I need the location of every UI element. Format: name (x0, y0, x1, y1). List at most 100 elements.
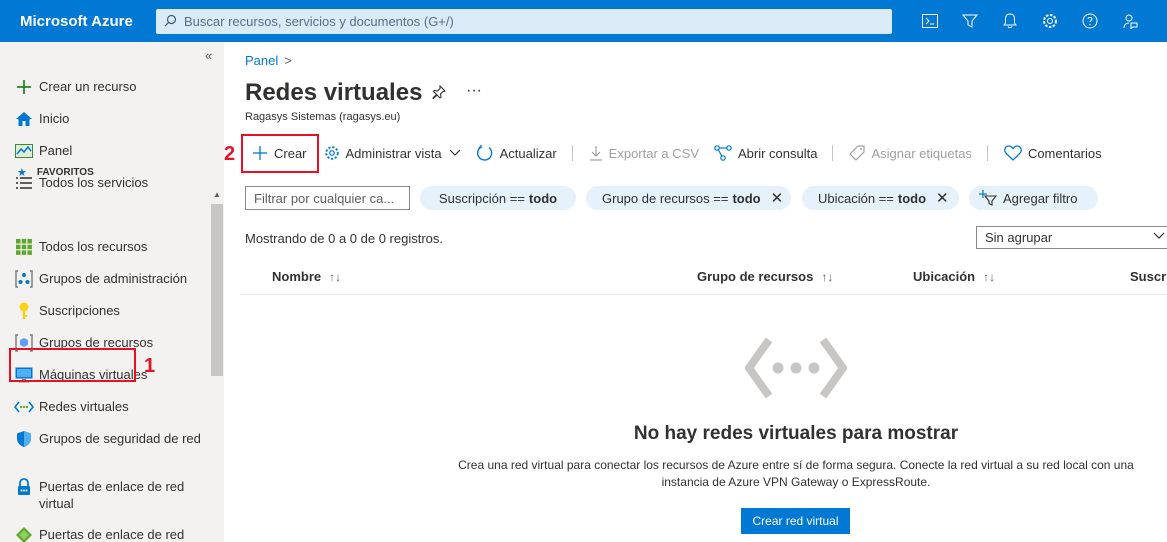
command-bar: Crear Administrar vista Actualizar Expor… (243, 136, 1117, 170)
pill-label: Ubicación == (818, 190, 894, 206)
query-icon (714, 145, 732, 161)
heart-icon (1004, 145, 1022, 161)
sort-icon[interactable]: ↑↓ (983, 270, 995, 284)
close-icon[interactable]: ✕ (771, 189, 784, 207)
column-header-subscription[interactable]: Suscripc (1130, 269, 1167, 284)
group-by-select[interactable]: Sin agrupar (976, 226, 1167, 249)
add-filter-icon (979, 190, 997, 206)
star-icon: ★ (17, 167, 27, 179)
breadcrumb-separator: > (284, 53, 292, 68)
sort-icon[interactable]: ↑↓ (329, 270, 341, 284)
sidebar-item-label: Grupos de administración (39, 271, 188, 286)
toolbar-divider (832, 145, 834, 161)
pill-label: Grupo de recursos == (602, 190, 729, 206)
tag-icon (849, 145, 866, 161)
network-gateway-icon (14, 525, 34, 542)
favorites-header: ★ FAVORITOS (17, 166, 94, 179)
toolbar-divider (986, 145, 988, 161)
chevron-down-icon (449, 149, 461, 157)
sidebar-item-panel[interactable]: Panel (14, 141, 210, 161)
grid-icon (14, 237, 34, 257)
highlight-box-step-1 (9, 348, 136, 382)
assign-tags-button[interactable]: Asignar etiquetas (849, 145, 972, 161)
sidebar-item-puertas-enlace-red-virtual[interactable]: Puertas de enlace de red virtual (14, 477, 210, 512)
records-count: Mostrando de 0 a 0 de 0 registros. (245, 231, 444, 246)
sidebar-item-grupos-administracion[interactable]: Grupos de administración (14, 269, 210, 289)
refresh-button[interactable]: Actualizar (476, 144, 557, 162)
pill-label: Suscripción == (438, 190, 525, 206)
breadcrumb-panel[interactable]: Panel (245, 53, 278, 68)
column-header-location[interactable]: Ubicación ↑↓ (913, 269, 995, 284)
favorites-header-label: FAVORITOS (36, 167, 94, 178)
open-query-label: Abrir consulta (738, 145, 818, 161)
feedback-icon[interactable] (1110, 0, 1150, 42)
pill-value: todo (528, 190, 558, 206)
virtual-network-icon (744, 337, 848, 402)
toolbar-divider (571, 145, 573, 161)
collapse-sidebar-button[interactable]: « (205, 48, 212, 63)
manage-view-button[interactable]: Administrar vista (324, 145, 461, 161)
management-group-icon (14, 269, 34, 289)
search-icon (164, 14, 177, 30)
filter-placeholder: Filtrar por cualquier ca... (254, 191, 395, 206)
sidebar-scrollbar[interactable]: ▲ (211, 190, 223, 500)
more-options-button[interactable]: ··· (466, 82, 482, 100)
open-query-button[interactable]: Abrir consulta (714, 145, 817, 161)
directory-subtitle: Ragasys Sistemas (ragasys.eu) (245, 111, 401, 123)
column-header-name[interactable]: Nombre ↑↓ (272, 269, 341, 284)
export-csv-label: Exportar a CSV (608, 145, 699, 161)
column-header-resource-group[interactable]: Grupo de recursos ↑↓ (697, 269, 833, 284)
help-icon[interactable] (1070, 0, 1110, 42)
location-filter-pill[interactable]: Ubicación == todo ✕ (802, 186, 959, 210)
scrollbar-thumb[interactable] (211, 204, 223, 376)
cloud-shell-icon[interactable] (910, 0, 950, 42)
sidebar-item-inicio[interactable]: Inicio (14, 109, 210, 129)
sidebar-item-crear-recurso[interactable]: Crear un recurso (14, 77, 210, 97)
filter-input[interactable]: Filtrar por cualquier ca... (245, 186, 410, 210)
create-button[interactable]: Crear (252, 145, 307, 161)
sidebar-item-label: Crear un recurso (39, 79, 137, 94)
sidebar-item-label: Puertas de enlace de red virtual (39, 479, 185, 511)
export-csv-button[interactable]: Exportar a CSV (589, 145, 699, 161)
resource-group-filter-pill[interactable]: Grupo de recursos == todo ✕ (586, 186, 791, 210)
scroll-up-icon[interactable]: ▲ (213, 190, 221, 199)
gear-icon (324, 145, 340, 161)
global-search-input[interactable]: Buscar recursos, servicios y documentos … (156, 9, 892, 34)
virtual-network-icon (14, 397, 34, 417)
feedback-button[interactable]: Comentarios (1004, 145, 1102, 161)
sidebar-item-puertas-enlace-red[interactable]: Puertas de enlace de red (14, 525, 210, 542)
step-1-label: 1 (144, 355, 156, 377)
sidebar-item-todos-recursos[interactable]: Todos los recursos (14, 237, 210, 257)
sort-icon[interactable]: ↑↓ (821, 270, 833, 284)
plus-icon (252, 145, 268, 161)
sidebar-item-label: Inicio (39, 111, 70, 126)
top-bar: Microsoft Azure Buscar recursos, servici… (0, 0, 1167, 42)
table-header-divider (240, 294, 1167, 295)
key-icon (14, 301, 34, 321)
pill-value: todo (732, 190, 761, 206)
create-virtual-network-button[interactable]: Crear red virtual (741, 508, 850, 534)
brand-title[interactable]: Microsoft Azure (0, 13, 156, 30)
group-by-value: Sin agrupar (985, 230, 1053, 245)
sidebar-item-label: Suscripciones (39, 303, 120, 318)
download-icon (589, 145, 603, 161)
empty-state-description: Crea una red virtual para conectar los r… (458, 458, 1134, 489)
notifications-icon[interactable] (990, 0, 1030, 42)
plus-icon (14, 77, 34, 97)
page-title: Redes virtuales (245, 79, 423, 106)
settings-icon[interactable] (1030, 0, 1070, 42)
sidebar-item-suscripciones[interactable]: Suscripciones (14, 301, 210, 321)
refresh-label: Actualizar (499, 145, 557, 161)
feedback-label: Comentarios (1027, 145, 1102, 161)
pill-value: todo (897, 190, 927, 206)
add-filter-label: Agregar filtro (1003, 190, 1078, 206)
directory-filter-icon[interactable] (950, 0, 990, 42)
close-icon[interactable]: ✕ (936, 189, 949, 207)
add-filter-button[interactable]: Agregar filtro (969, 186, 1098, 210)
pin-icon[interactable] (432, 84, 447, 102)
subscription-filter-pill[interactable]: Suscripción == todo (420, 186, 576, 210)
sidebar-item-label: Redes virtuales (39, 399, 129, 414)
manage-view-label: Administrar vista (345, 145, 442, 161)
chevron-down-icon (1153, 228, 1165, 243)
sidebar-item-redes-virtuales[interactable]: Redes virtuales (14, 397, 210, 417)
